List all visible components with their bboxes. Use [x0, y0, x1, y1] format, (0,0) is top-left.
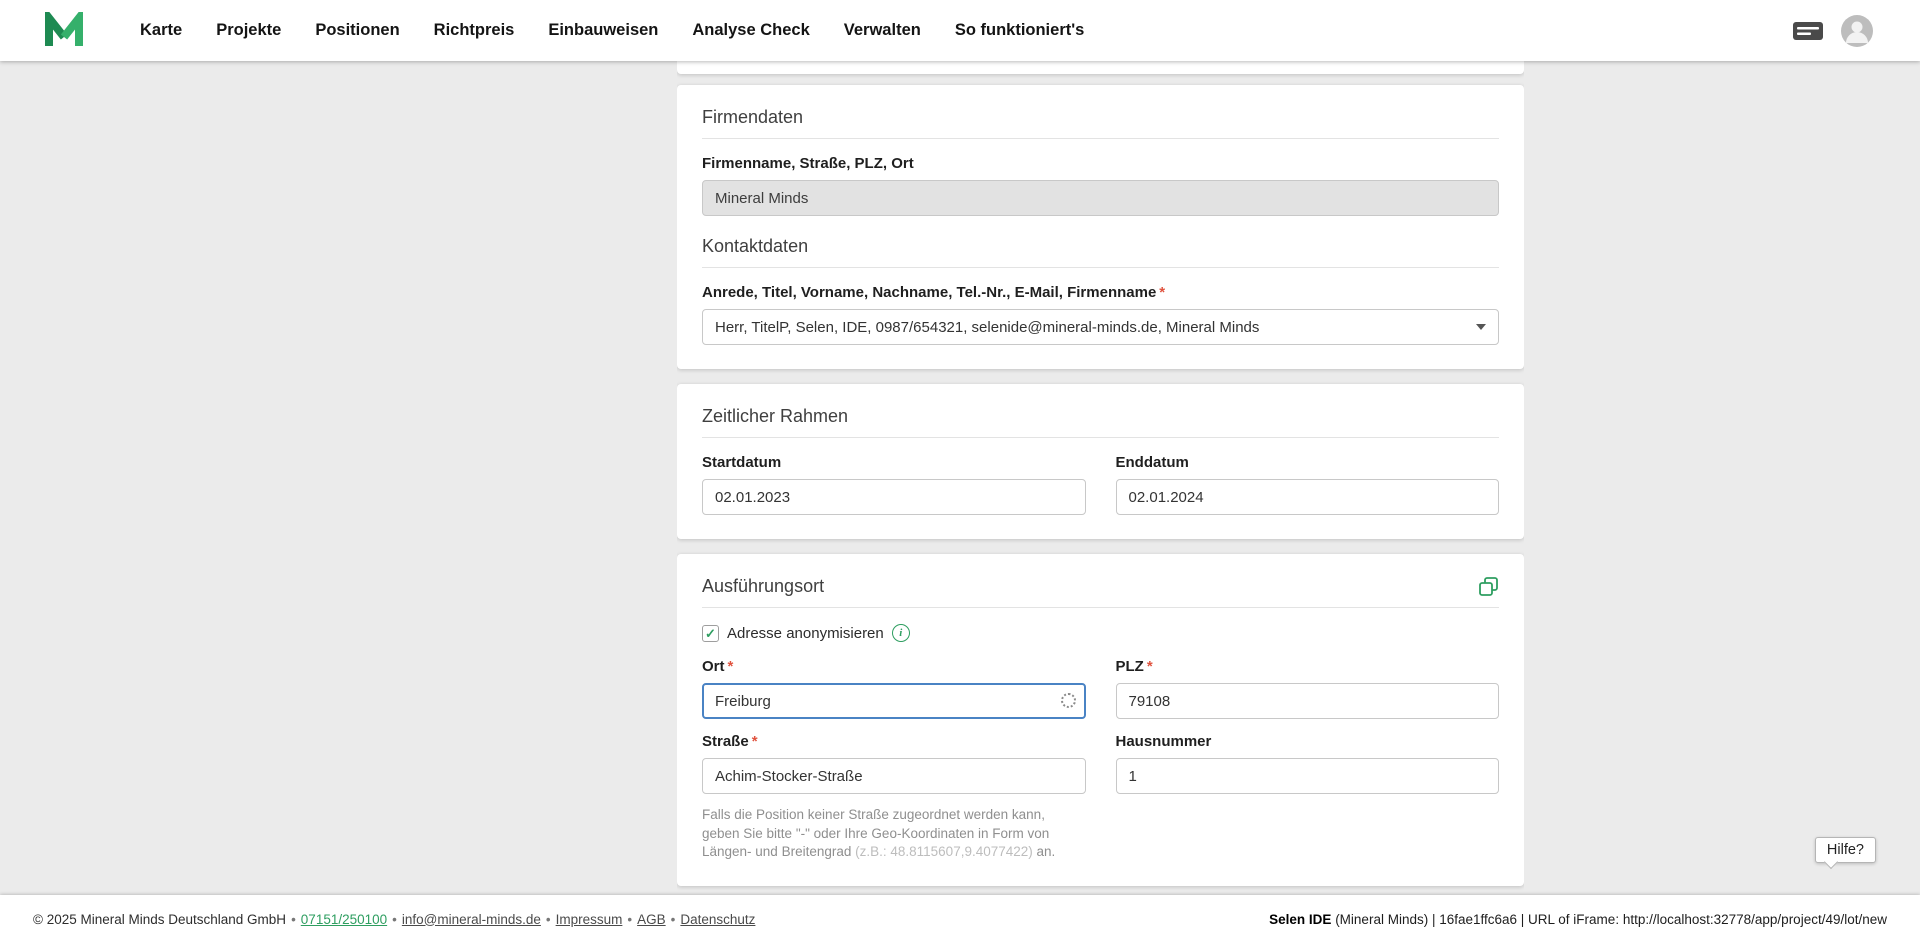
ort-label: Ort*	[702, 658, 1086, 675]
top-nav: Karte Projekte Positionen Richtpreis Ein…	[0, 0, 1920, 61]
zeitraum-title: Zeitlicher Rahmen	[702, 406, 1499, 427]
firmendaten-card: Firmendaten Firmenname, Straße, PLZ, Ort…	[677, 85, 1524, 369]
footer-agb-link[interactable]: AGB	[637, 912, 666, 927]
ort-input[interactable]	[702, 683, 1086, 719]
company-input	[702, 180, 1499, 216]
separator-dot: •	[671, 912, 676, 927]
hausnummer-label: Hausnummer	[1116, 733, 1500, 750]
separator-dot: •	[291, 912, 296, 927]
enddatum-field: Enddatum	[1116, 454, 1500, 515]
startdatum-input[interactable]	[702, 479, 1086, 515]
ort-field: Ort*	[702, 658, 1086, 719]
previous-card-fragment	[677, 61, 1524, 74]
plz-input[interactable]	[1116, 683, 1500, 719]
ausfuehrungsort-title: Ausführungsort	[702, 576, 824, 597]
footer: © 2025 Mineral Minds Deutschland GmbH • …	[0, 895, 1920, 943]
chevron-down-icon	[1476, 324, 1486, 330]
nav-item-projekte[interactable]: Projekte	[216, 21, 281, 40]
footer-email-link[interactable]: info@mineral-minds.de	[402, 912, 541, 927]
enddatum-label: Enddatum	[1116, 454, 1500, 471]
separator-dot: •	[392, 912, 397, 927]
loading-spinner-icon	[1061, 693, 1076, 708]
required-marker: *	[1159, 284, 1165, 301]
user-avatar-icon[interactable]	[1840, 14, 1874, 48]
nav-item-einbauweisen[interactable]: Einbauweisen	[548, 21, 658, 40]
hausnummer-field: Hausnummer	[1116, 733, 1500, 794]
required-marker: *	[728, 658, 734, 675]
kontakt-select[interactable]: Herr, TitelP, Selen, IDE, 0987/654321, s…	[702, 309, 1499, 345]
info-icon[interactable]: i	[892, 624, 910, 642]
kontakt-select-value: Herr, TitelP, Selen, IDE, 0987/654321, s…	[715, 319, 1259, 336]
divider	[702, 437, 1499, 438]
strasse-field: Straße*	[702, 733, 1086, 794]
keyboard-icon[interactable]	[1792, 20, 1824, 42]
plz-label: PLZ*	[1116, 658, 1500, 675]
separator-dot: •	[546, 912, 551, 927]
anonymize-label: Adresse anonymisieren	[727, 625, 884, 642]
startdatum-field: Startdatum	[702, 454, 1086, 515]
copyright-text: © 2025 Mineral Minds Deutschland GmbH	[33, 912, 286, 927]
ide-details: (Mineral Minds) | 16fae1ffc6a6 | URL of …	[1331, 912, 1887, 927]
kontakt-field-label: Anrede, Titel, Vorname, Nachname, Tel.-N…	[702, 284, 1499, 301]
nav-item-so-funktionierts[interactable]: So funktioniert's	[955, 21, 1085, 40]
strasse-label: Straße*	[702, 733, 1086, 750]
required-marker: *	[1147, 658, 1153, 675]
ide-name: Selen IDE	[1269, 912, 1331, 927]
copy-icon[interactable]	[1478, 576, 1499, 597]
help-button[interactable]: Hilfe?	[1815, 837, 1876, 863]
divider	[702, 267, 1499, 268]
firmendaten-title: Firmendaten	[702, 107, 1499, 128]
required-marker: *	[752, 733, 758, 750]
plz-field: PLZ*	[1116, 658, 1500, 719]
divider	[702, 607, 1499, 608]
brand-logo-icon	[44, 12, 84, 50]
hausnummer-input[interactable]	[1116, 758, 1500, 794]
strasse-input[interactable]	[702, 758, 1086, 794]
footer-phone-link[interactable]: 07151/250100	[301, 912, 387, 927]
nav-item-analyse-check[interactable]: Analyse Check	[692, 21, 809, 40]
geo-coords-example: (z.B.: 48.8115607,9.4077422)	[855, 844, 1033, 859]
strasse-help-text: Falls die Position keiner Straße zugeord…	[702, 806, 1086, 862]
footer-impressum-link[interactable]: Impressum	[556, 912, 623, 927]
company-field-label: Firmenname, Straße, PLZ, Ort	[702, 155, 1499, 172]
nav-item-positionen[interactable]: Positionen	[315, 21, 399, 40]
zeitraum-card: Zeitlicher Rahmen Startdatum Enddatum	[677, 384, 1524, 539]
brand-logo[interactable]	[44, 12, 84, 50]
anonymize-checkbox[interactable]: ✓	[702, 625, 719, 642]
nav-item-verwalten[interactable]: Verwalten	[844, 21, 921, 40]
footer-left: © 2025 Mineral Minds Deutschland GmbH • …	[33, 912, 755, 927]
nav-right-icons	[1792, 14, 1874, 48]
divider	[702, 138, 1499, 139]
kontakt-field-label-text: Anrede, Titel, Vorname, Nachname, Tel.-N…	[702, 284, 1156, 301]
nav-item-richtpreis[interactable]: Richtpreis	[434, 21, 515, 40]
enddatum-input[interactable]	[1116, 479, 1500, 515]
footer-ide-info: Selen IDE (Mineral Minds) | 16fae1ffc6a6…	[1269, 912, 1887, 927]
kontaktdaten-title: Kontaktdaten	[702, 236, 1499, 257]
main-content: Firmendaten Firmenname, Straße, PLZ, Ort…	[677, 61, 1524, 895]
startdatum-label: Startdatum	[702, 454, 1086, 471]
ausfuehrungsort-card: Ausführungsort ✓ Adresse anonymisieren i…	[677, 554, 1524, 886]
check-icon: ✓	[705, 627, 716, 640]
nav-item-karte[interactable]: Karte	[140, 21, 182, 40]
separator-dot: •	[627, 912, 632, 927]
footer-datenschutz-link[interactable]: Datenschutz	[680, 912, 755, 927]
